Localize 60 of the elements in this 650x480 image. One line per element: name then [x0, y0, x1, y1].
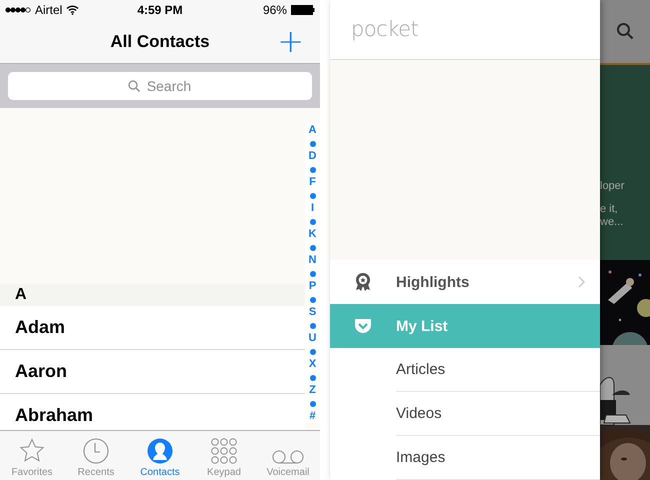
index-dot[interactable]: [310, 166, 316, 172]
article-card[interactable]: loper e it, we...: [600, 64, 650, 260]
index-dot[interactable]: [310, 348, 316, 354]
index-letter[interactable]: D: [308, 150, 316, 163]
index-dot[interactable]: [310, 296, 316, 302]
carrier-name: Airtel: [35, 3, 62, 17]
index-dot[interactable]: [310, 140, 316, 146]
app-logo: pocket: [351, 17, 418, 42]
index-dot[interactable]: [310, 192, 316, 198]
index-dot[interactable]: [310, 400, 316, 406]
contact-name[interactable]: Abraham: [15, 405, 94, 426]
index-letter[interactable]: #: [309, 410, 316, 423]
contact-name[interactable]: Adam: [15, 317, 66, 338]
person-icon: [147, 438, 173, 464]
index-letter[interactable]: Z: [309, 384, 316, 397]
index-dot[interactable]: [310, 374, 316, 380]
index-dot[interactable]: [310, 270, 316, 276]
keypad-icon: [211, 438, 237, 464]
menu-item[interactable]: Videos: [396, 392, 600, 436]
clock-icon: [83, 438, 109, 464]
menu-item[interactable]: Images: [396, 436, 600, 480]
battery-icon: [290, 5, 315, 15]
index-dot[interactable]: [310, 218, 316, 224]
index-letter[interactable]: U: [308, 332, 316, 345]
index-dot[interactable]: [310, 244, 316, 250]
add-button[interactable]: +: [273, 24, 308, 58]
signal-icon: [5, 7, 31, 13]
pocket-icon: [354, 318, 372, 334]
index-letter[interactable]: P: [308, 280, 316, 293]
tab[interactable]: Favorites: [0, 431, 64, 480]
tab[interactable]: Keypad: [192, 431, 256, 480]
menu-item[interactable]: Highlights: [330, 260, 600, 304]
contact-name[interactable]: Aaron: [15, 361, 68, 382]
battery-percent: 96%: [262, 3, 287, 17]
index-letter[interactable]: N: [308, 254, 316, 267]
search-icon[interactable]: [616, 22, 634, 40]
nav-title: All Contacts: [110, 32, 210, 52]
menu-item[interactable]: My List: [330, 304, 600, 348]
index-dot[interactable]: [310, 322, 316, 328]
index-letter[interactable]: I: [310, 202, 314, 215]
tab[interactable]: Voicemail: [256, 431, 320, 480]
index-letter[interactable]: K: [308, 228, 316, 241]
index-letter[interactable]: X: [308, 358, 316, 371]
article-snippet: e it, we...: [600, 202, 624, 229]
search-field[interactable]: Search: [8, 72, 312, 100]
search-icon: [128, 80, 140, 92]
tab[interactable]: Recents: [64, 431, 128, 480]
wifi-icon: [66, 5, 80, 15]
section-header: A: [15, 286, 27, 304]
star-icon: [19, 438, 45, 464]
index-letter[interactable]: F: [309, 176, 316, 189]
index-letter[interactable]: S: [308, 306, 316, 319]
tab[interactable]: Contacts: [128, 431, 192, 480]
menu-item[interactable]: Articles: [396, 348, 600, 392]
status-time: 4:59 PM: [137, 3, 183, 17]
award-icon: [354, 272, 372, 292]
chevron-icon: [578, 276, 586, 288]
index-letter[interactable]: A: [308, 124, 316, 137]
article-snippet: loper: [600, 180, 624, 193]
voicemail-icon: [272, 450, 304, 464]
